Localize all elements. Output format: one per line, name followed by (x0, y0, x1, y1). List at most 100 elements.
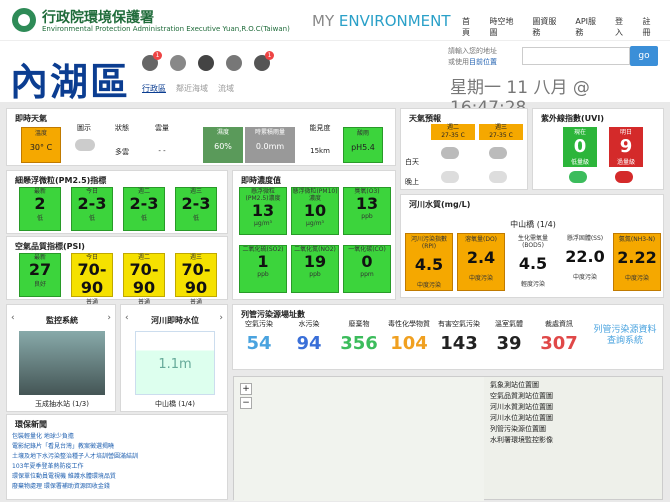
wave-icon[interactable] (170, 55, 186, 71)
location-tabs: 行政區 鄰近海域 流域 (142, 83, 234, 94)
panel-title: 細懸浮微粒(PM2.5)指標 (15, 176, 107, 185)
epa-logo (12, 8, 36, 32)
conc-cell: 二氧化氮(NO2) 19 ppb (291, 245, 339, 293)
pm25-cell: 週三 2-3 低 (175, 187, 217, 231)
my-environment-title: MY ENVIRONMENT (312, 12, 451, 30)
pollution-label: 毒性化學物質 (388, 320, 430, 328)
uv-tomorrow: 明日 9 過量級 (609, 127, 643, 167)
river-cell: 生化需氧量(BOD5) 4.5 輕度污染 (509, 233, 557, 291)
tab-district[interactable]: 行政區 (142, 83, 166, 94)
pollution-count[interactable]: 356 (335, 333, 383, 354)
layer-item[interactable]: 河川水質測站位置圖 (490, 402, 553, 413)
psi-cell: 今日 70-90 普通 (71, 253, 113, 306)
radar-icon[interactable] (198, 55, 214, 71)
nav-register[interactable]: 註冊 (643, 16, 658, 38)
pollution-count[interactable]: 104 (385, 333, 433, 354)
map-layer-list: 氣象測站位置圖 空氣品質測站位置圖 河川水質測站位置圖 河川水位測站位置圖 列管… (490, 380, 553, 446)
news-item[interactable]: 環保單位動員電視機 維護水體環境品質 (12, 472, 138, 482)
layer-item[interactable]: 空氣品質測站位置圖 (490, 391, 553, 402)
conc-cell: 臭氧(O3) 13 ppb (343, 187, 391, 235)
pollution-query-link[interactable]: 列管污染源資料查詢系統 (591, 325, 659, 347)
go-button[interactable]: go (630, 46, 658, 66)
rain-cloud-icon (441, 147, 459, 159)
zoom-out-button[interactable]: − (240, 397, 252, 409)
psi-panel: 空氣品質指標(PSI) 最新 27 良好 今日 70-90 普通 週二 70-90 普通 週… (6, 236, 228, 306)
pm25-cell: 最新 2 低 (19, 187, 61, 231)
conc-cell: 二氧化硫(SO2) 1 ppb (239, 245, 287, 293)
status-value: 多雲 (115, 148, 129, 156)
panel-title: 紫外線指數(UVI) (541, 114, 604, 123)
pm25-panel: 細懸浮微粒(PM2.5)指標 最新 2 低 今日 2-3 低 週二 2-3 低 週三 2-3 低 (6, 170, 228, 234)
top-nav: 首頁 時空地圖 圖資服務 API服務 登入 註冊 (462, 16, 670, 38)
news-item[interactable]: 包裝輕量化 地球少負擔 (12, 432, 138, 442)
news-item[interactable]: 土壤及地下水污染整治種子人才培訓營圓滿結訓 (12, 452, 138, 462)
nav-login[interactable]: 登入 (615, 16, 630, 38)
vis-header: 能見度 (309, 124, 331, 132)
pollution-count[interactable]: 39 (485, 333, 533, 354)
monitor-panel: ‹ 監控系統 › 玉成抽水站 (1/3) (6, 304, 116, 412)
address-input[interactable] (522, 47, 630, 65)
pollution-panel: 列管污染源場址數 空氣污染 54 水污染 94 廢棄物 356 毒性化學物質 1… (232, 304, 664, 370)
panel-title: 河川即時水位 (151, 316, 199, 325)
news-item[interactable]: 103年夏季登革熱防疫工作 (12, 462, 138, 472)
panel-title: 河川水質(mg/L) (409, 200, 471, 209)
forecast-day-wed: 週三 27-35 C (479, 124, 523, 140)
acid-rain-cell: 酸雨 pH5.4 (343, 127, 383, 163)
header: 行政院環境保護署 Environmental Protection Admini… (0, 0, 670, 40)
cloud-icon (489, 171, 507, 183)
nav-gis[interactable]: 圖資服務 (532, 16, 563, 38)
river-station[interactable]: 中山橋 (1/4) (401, 219, 665, 230)
nav-map[interactable]: 時空地圖 (489, 16, 520, 38)
nav-home[interactable]: 首頁 (462, 16, 477, 38)
news-list: 包裝輕量化 地球少負擔 電影紀錄片「看見台灣」教案徵選揭曉 土壤及地下水污染整治… (12, 432, 138, 492)
news-item[interactable]: 廢棄物處理 環保署補助資源回收金錢 (12, 482, 138, 492)
forecast-day-tue: 週二 27-35 C (431, 124, 475, 140)
alert-icons: 1 1 (142, 51, 274, 71)
weather-now-panel: 即時天氣 溫度 30° C 圖示 狀態 多雲 雲量 - - 濕度 60% 時累積雨量… (6, 108, 396, 166)
next-arrow-icon[interactable]: › (107, 313, 111, 323)
water-level-caption: 中山橋 (1/4) (155, 400, 195, 408)
city-name: 內湖區 (10, 60, 131, 104)
conc-cell: 懸浮微粒(PM10)濃度 10 μg/m³ (291, 187, 339, 235)
monitor-camera-image[interactable] (19, 331, 105, 395)
layer-item[interactable]: 列管污染源位置圖 (490, 424, 553, 435)
pm25-cell: 今日 2-3 低 (71, 187, 113, 231)
layer-item[interactable]: 水利署環境監控影像 (490, 435, 553, 446)
pollution-count[interactable]: 143 (435, 333, 483, 354)
pm25-cell: 週二 2-3 低 (123, 187, 165, 231)
pollution-count[interactable]: 94 (285, 333, 333, 354)
map-view[interactable]: + − (233, 376, 663, 501)
water-level-value: 1.1m (158, 357, 192, 372)
uv-mascot-icon (615, 171, 633, 183)
tab-sea[interactable]: 鄰近海域 (176, 83, 208, 94)
current-location-link[interactable]: 目前位置 (469, 58, 497, 66)
row-night: 晚上 (405, 178, 419, 186)
zoom-in-button[interactable]: + (240, 383, 252, 395)
org-name-en: Environmental Protection Administration … (42, 25, 290, 33)
fish-icon[interactable] (226, 55, 242, 71)
rain-cell: 時累積雨量 0.0mm (245, 127, 295, 163)
psi-cell: 週二 70-90 普通 (123, 253, 165, 306)
address-hint: 請輸入您的地址 或使用目前位置 (448, 47, 497, 66)
pollution-label: 廢棄物 (348, 320, 370, 328)
humidity-cell: 濕度 60% (203, 127, 243, 163)
conc-cell: 懸浮微粒(PM2.5)濃度 13 μg/m³ (239, 187, 287, 235)
shield-icon[interactable]: 1 (254, 51, 274, 71)
river-cell: 溶氧量(DO) 2.4 中度污染 (457, 233, 505, 291)
water-level-panel: ‹ 河川即時水位 › 1.1m 中山橋 (1/4) (120, 304, 228, 412)
nav-api[interactable]: API服務 (575, 16, 603, 38)
tab-basin[interactable]: 流域 (218, 83, 234, 94)
panel-title: 環保新聞 (15, 420, 47, 429)
layer-item[interactable]: 氣象測站位置圖 (490, 380, 553, 391)
layer-item[interactable]: 河川水位測站位置圖 (490, 413, 553, 424)
warning-icon[interactable]: 1 (142, 51, 162, 71)
map-tiles[interactable] (234, 377, 484, 501)
pollution-label: 水污染 (298, 320, 320, 328)
cloud-icon (441, 171, 459, 183)
next-arrow-icon[interactable]: › (219, 313, 223, 323)
river-quality-panel: 河川水質(mg/L) 中山橋 (1/4) 河川污染指數(RPI) 4.5 中度污染 … (400, 194, 664, 298)
news-item[interactable]: 電影紀錄片「看見台灣」教案徵選揭曉 (12, 442, 138, 452)
pollution-count[interactable]: 54 (235, 333, 283, 354)
icon-header: 圖示 (77, 124, 91, 132)
pollution-count[interactable]: 307 (535, 333, 583, 354)
